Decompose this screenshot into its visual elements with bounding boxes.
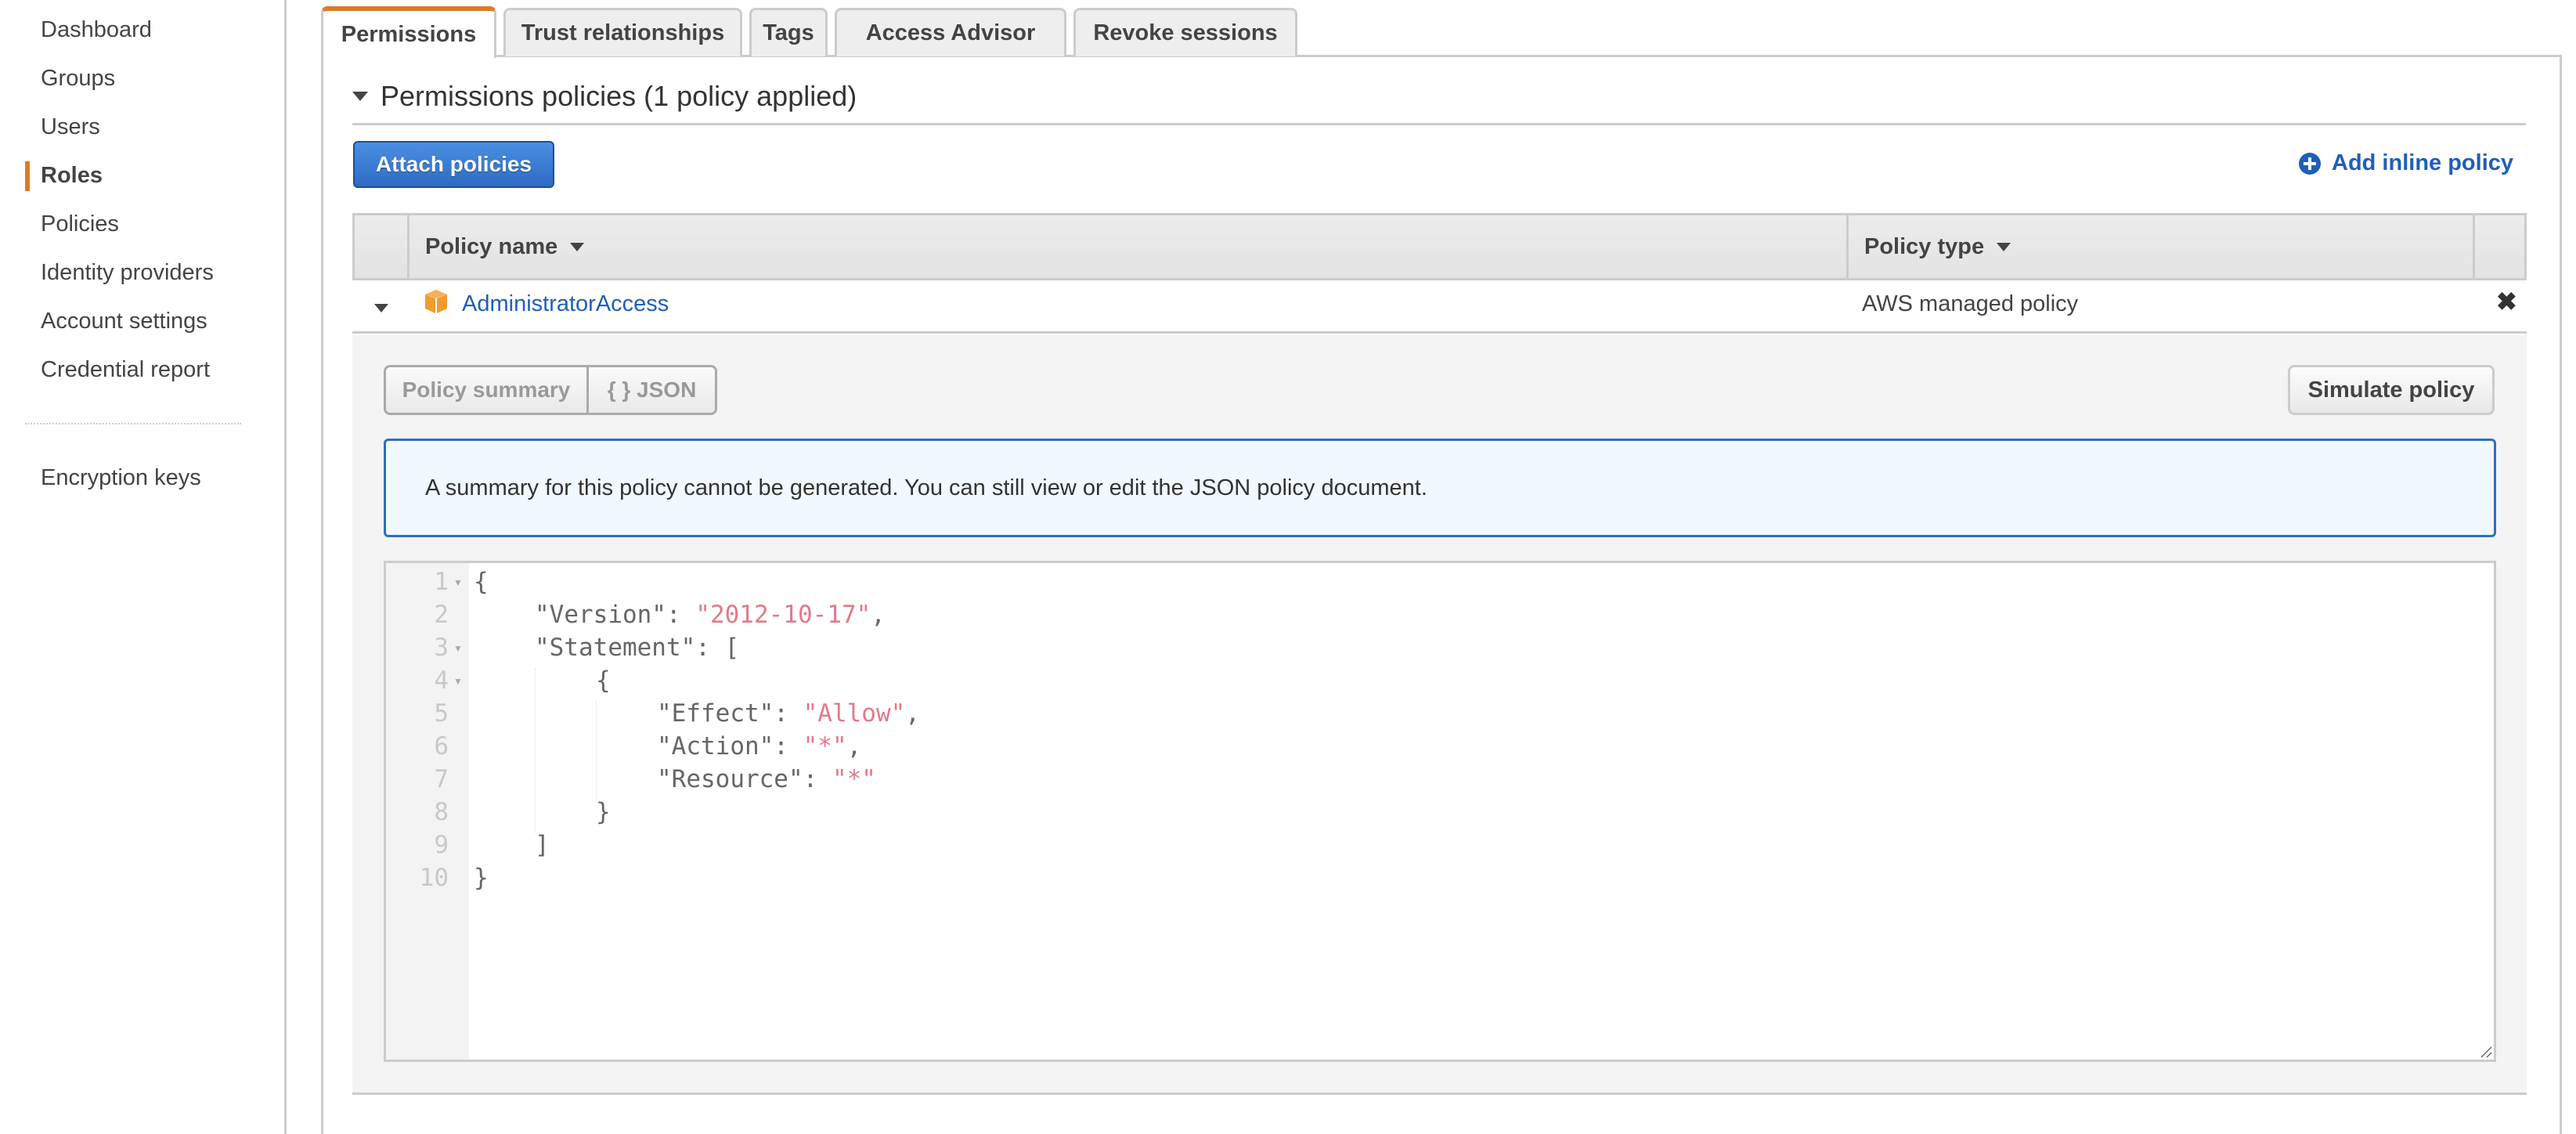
json-punctuation: , (871, 601, 886, 629)
json-punctuation: ] (535, 831, 550, 859)
sidebar-item-groups[interactable]: Groups (41, 66, 115, 92)
policy-detail-panel: Policy summary { } JSON Simulate policy … (352, 335, 2527, 1095)
code-line: "Resource": "*" (657, 765, 876, 793)
code-line: ] (535, 831, 550, 859)
json-key: "Statement": (535, 634, 725, 662)
sidebar-item-dashboard[interactable]: Dashboard (41, 17, 152, 43)
header-expand-column (355, 215, 409, 278)
line-number: 4 (434, 666, 449, 695)
policy-summary-toggle[interactable]: Policy summary (386, 367, 586, 413)
json-string-value: "*" (832, 765, 876, 793)
code-line: { (474, 568, 489, 596)
line-number: 7 (434, 765, 449, 793)
table-header: Policy name Policy type (352, 213, 2527, 280)
tab-revoke-sessions[interactable]: Revoke sessions (1073, 8, 1297, 56)
json-punctuation: , (846, 732, 862, 760)
line-number: 2 (434, 601, 449, 629)
fold-arrow-icon[interactable]: ▼ (453, 643, 463, 654)
json-key: "Resource": (657, 765, 832, 793)
policies-table: Policy name Policy type AdministratorAcc… (352, 213, 2527, 334)
sort-caret-icon (570, 242, 585, 251)
alert-message: A summary for this policy cannot be gene… (425, 475, 1427, 500)
json-punctuation: { (474, 568, 489, 596)
json-editor[interactable]: 1 ▼ 2 3 ▼ 4 ▼ 5 6 7 8 9 10 { "Version": "… (384, 561, 2496, 1062)
plus-circle-icon (2299, 152, 2321, 175)
resize-handle-icon[interactable] (2480, 1046, 2492, 1058)
code-line: "Version": "2012-10-17", (535, 601, 886, 629)
line-number: 10 (419, 864, 449, 892)
table-row: AdministratorAccess AWS managed policy ✖ (352, 280, 2527, 334)
sidebar-item-credential-report[interactable]: Credential report (41, 357, 210, 383)
code-line: { (596, 666, 611, 695)
remove-policy-icon[interactable]: ✖ (2496, 287, 2517, 316)
info-alert: A summary for this policy cannot be gene… (384, 439, 2496, 537)
json-punctuation: , (905, 699, 920, 728)
json-punctuation: [ (724, 634, 740, 662)
section-title: Permissions policies (1 policy applied) (381, 80, 857, 112)
sidebar-item-policies[interactable]: Policies (41, 211, 119, 237)
sidebar-item-roles[interactable]: Roles (41, 163, 103, 189)
json-string-value: "*" (803, 732, 847, 760)
line-number: 5 (434, 699, 449, 728)
policy-type-cell: AWS managed policy (1862, 291, 2079, 316)
sidebar-item-identity-providers[interactable]: Identity providers (41, 260, 214, 286)
code-line: } (474, 864, 489, 892)
json-key: "Action": (657, 732, 803, 760)
sidebar-nav: Dashboard Groups Users Roles Policies Id… (0, 0, 287, 1134)
row-expand-toggle[interactable] (374, 302, 388, 316)
add-inline-policy-link[interactable]: Add inline policy (2299, 150, 2513, 176)
sidebar-item-users[interactable]: Users (41, 114, 100, 140)
fold-arrow-icon[interactable]: ▼ (453, 577, 463, 588)
line-number-gutter: 1 ▼ 2 3 ▼ 4 ▼ 5 6 7 8 9 10 (386, 563, 469, 1060)
fold-arrow-icon[interactable]: ▼ (453, 676, 463, 687)
simulate-policy-button[interactable]: Simulate policy (2288, 365, 2495, 415)
line-number: 1 (434, 568, 449, 596)
code-line: } (596, 798, 611, 826)
column-label: Policy type (1864, 233, 1985, 259)
aws-managed-policy-icon (425, 290, 447, 313)
line-number: 8 (434, 798, 449, 826)
json-key: "Version": (535, 601, 696, 629)
attach-policies-button[interactable]: Attach policies (353, 141, 554, 188)
line-number: 6 (434, 732, 449, 760)
column-header-policy-type[interactable]: Policy type (1849, 215, 2475, 278)
json-key: "Effect": (657, 699, 803, 728)
column-header-policy-name[interactable]: Policy name (409, 215, 1849, 278)
permissions-section-toggle[interactable]: Permissions policies (1 policy applied) (352, 80, 857, 113)
line-number: 3 (434, 634, 449, 662)
line-number: 9 (434, 831, 449, 859)
tab-access-advisor[interactable]: Access Advisor (835, 8, 1066, 56)
sidebar-item-account-settings[interactable]: Account settings (41, 309, 207, 334)
code-line: "Effect": "Allow", (657, 699, 920, 728)
header-actions-column (2475, 215, 2524, 278)
view-toggle-group: Policy summary { } JSON (384, 365, 717, 415)
json-punctuation: { (596, 666, 611, 695)
tab-tags[interactable]: Tags (749, 8, 828, 56)
tab-trust-relationships[interactable]: Trust relationships (503, 8, 742, 56)
caret-down-icon (352, 92, 368, 101)
sort-caret-icon (1997, 242, 2011, 251)
policy-name-link[interactable]: AdministratorAccess (462, 291, 669, 317)
add-inline-policy-label: Add inline policy (2332, 150, 2514, 175)
json-toggle[interactable]: { } JSON (586, 367, 715, 413)
json-punctuation: } (596, 798, 611, 826)
caret-down-icon (374, 304, 388, 312)
sidebar-divider (25, 423, 241, 424)
json-string-value: "Allow" (803, 699, 906, 728)
json-punctuation: } (474, 864, 489, 892)
code-line: "Action": "*", (657, 732, 861, 760)
active-indicator (25, 161, 30, 191)
sidebar-item-encryption-keys[interactable]: Encryption keys (41, 465, 201, 491)
tab-permissions[interactable]: Permissions (321, 6, 496, 58)
indent-guide (535, 668, 536, 832)
code-line: "Statement": [ (535, 634, 739, 662)
section-divider (352, 123, 2526, 125)
json-string-value: "2012-10-17" (695, 601, 871, 629)
column-label: Policy name (425, 233, 558, 259)
indent-guide (596, 701, 597, 800)
